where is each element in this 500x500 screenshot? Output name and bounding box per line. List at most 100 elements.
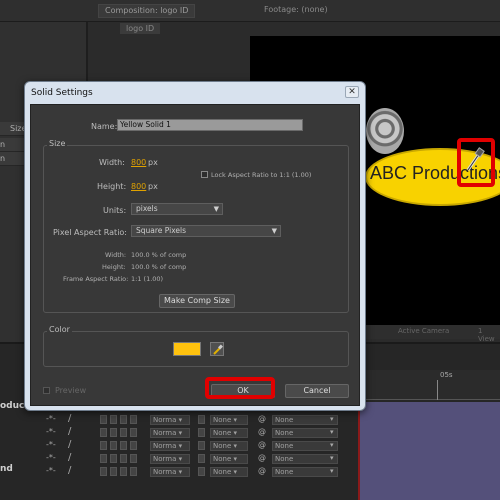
- trkmat-dropdown[interactable]: None ▾: [210, 415, 248, 425]
- layer-row[interactable]: -*- / Norma ▾ None ▾ @ None ▾: [0, 426, 360, 439]
- layer-row[interactable]: -*- / Norma ▾ None ▾ @ None ▾: [0, 452, 360, 465]
- layer-switch[interactable]: [100, 467, 107, 476]
- trkmat-dropdown[interactable]: None ▾: [210, 454, 248, 464]
- trkmat-value: None: [213, 429, 232, 437]
- pickwhip-icon[interactable]: @: [258, 440, 266, 449]
- color-swatch[interactable]: [173, 342, 201, 356]
- track-matte-switch[interactable]: [198, 467, 205, 476]
- layer-switch[interactable]: [110, 454, 117, 463]
- par-dropdown[interactable]: Square Pixels ▼: [131, 225, 281, 237]
- chevron-down-icon: ▾: [330, 441, 334, 449]
- quality-switch-icon[interactable]: /: [68, 426, 71, 437]
- layer-switch[interactable]: [130, 428, 137, 437]
- pickwhip-icon[interactable]: @: [258, 427, 266, 436]
- make-comp-size-button[interactable]: Make Comp Size: [159, 294, 235, 308]
- close-button[interactable]: ✕: [345, 86, 359, 98]
- blend-mode-dropdown[interactable]: Norma ▾: [150, 428, 190, 438]
- track-matte-switch[interactable]: [198, 428, 205, 437]
- layer-switch[interactable]: [120, 454, 127, 463]
- shy-switch-icon[interactable]: -*-: [46, 414, 56, 423]
- blend-mode-dropdown[interactable]: Norma ▾: [150, 454, 190, 464]
- height-value[interactable]: 800: [131, 182, 146, 191]
- quality-switch-icon[interactable]: /: [68, 413, 71, 424]
- track-matte-switch[interactable]: [198, 441, 205, 450]
- track-matte-switch[interactable]: [198, 454, 205, 463]
- layer-switch[interactable]: [130, 467, 137, 476]
- shy-switch-icon[interactable]: -*-: [46, 427, 56, 436]
- shy-switch-icon[interactable]: -*-: [46, 453, 56, 462]
- layer-row[interactable]: -*- / Norma ▾ None ▾ @ None ▾: [0, 413, 360, 426]
- layer-switch[interactable]: [100, 428, 107, 437]
- chevron-down-icon: ▼: [271, 227, 277, 235]
- tab-composition[interactable]: Composition: logo ID: [98, 4, 196, 18]
- eyedropper-button[interactable]: [210, 342, 224, 356]
- dialog-body: Name: Yellow Solid 1 Size Width: 800 px …: [30, 104, 360, 406]
- layer-switch[interactable]: [110, 428, 117, 437]
- parent-dropdown[interactable]: None: [272, 454, 338, 464]
- comp-subtab[interactable]: logo ID: [120, 23, 161, 34]
- layer-switch[interactable]: [110, 467, 117, 476]
- layer-bars-area[interactable]: [360, 402, 500, 500]
- layer-switch[interactable]: [110, 441, 117, 450]
- views-dropdown[interactable]: 1 View: [478, 327, 500, 343]
- blend-mode-dropdown[interactable]: Norma ▾: [150, 467, 190, 477]
- cancel-button[interactable]: Cancel: [285, 384, 349, 398]
- layer-switch[interactable]: [130, 454, 137, 463]
- parent-dropdown[interactable]: None: [272, 415, 338, 425]
- trkmat-value: None: [213, 468, 232, 476]
- track-matte-switch[interactable]: [198, 415, 205, 424]
- layer-switch[interactable]: [130, 415, 137, 424]
- lock-aspect-checkbox[interactable]: [201, 171, 208, 178]
- trkmat-value: None: [213, 416, 232, 424]
- pickwhip-icon[interactable]: @: [258, 414, 266, 423]
- quality-switch-icon[interactable]: /: [68, 439, 71, 450]
- chevron-down-icon: ▾: [330, 428, 334, 436]
- chevron-down-icon: ▾: [330, 467, 334, 475]
- layer-switch[interactable]: [130, 441, 137, 450]
- time-ruler[interactable]: [360, 370, 500, 400]
- layer-switch[interactable]: [120, 428, 127, 437]
- active-camera-dropdown[interactable]: Active Camera: [398, 327, 449, 335]
- blend-mode-dropdown[interactable]: Norma ▾: [150, 415, 190, 425]
- shy-switch-icon[interactable]: -*-: [46, 440, 56, 449]
- trkmat-dropdown[interactable]: None ▾: [210, 428, 248, 438]
- eyedropper-highlight: [457, 138, 495, 187]
- blend-mode-dropdown[interactable]: Norma ▾: [150, 441, 190, 451]
- layer-switch[interactable]: [120, 441, 127, 450]
- parent-dropdown[interactable]: None: [272, 467, 338, 477]
- layer-row[interactable]: -*- / Norma ▾ None ▾ @ None ▾: [0, 439, 360, 452]
- units-dropdown[interactable]: pixels ▼: [131, 203, 223, 215]
- name-field[interactable]: Yellow Solid 1: [117, 119, 303, 131]
- project-row-label: n: [0, 140, 6, 149]
- trkmat-dropdown[interactable]: None ▾: [210, 467, 248, 477]
- blend-mode-value: Norma: [153, 468, 177, 476]
- layer-switch[interactable]: [100, 454, 107, 463]
- tab-footage[interactable]: Footage: (none): [258, 4, 334, 18]
- layer-switch[interactable]: [110, 415, 117, 424]
- blend-mode-value: Norma: [153, 442, 177, 450]
- width-value[interactable]: 800: [131, 158, 146, 167]
- width-label: Width:: [99, 158, 125, 167]
- info-height-value: 100.0 % of comp: [131, 263, 187, 271]
- parent-dropdown[interactable]: None: [272, 441, 338, 451]
- layer-switch[interactable]: [100, 441, 107, 450]
- trkmat-dropdown[interactable]: None ▾: [210, 441, 248, 451]
- solid-settings-dialog: Solid Settings ✕ Name: Yellow Solid 1 Si…: [24, 81, 366, 411]
- preview-checkbox[interactable]: [43, 387, 50, 394]
- layer-switch[interactable]: [100, 415, 107, 424]
- units-label: Units:: [103, 206, 127, 215]
- parent-dropdown[interactable]: None: [272, 428, 338, 438]
- units-value: pixels: [136, 204, 158, 213]
- shy-switch-icon[interactable]: -*-: [46, 466, 56, 475]
- pickwhip-icon[interactable]: @: [258, 453, 266, 462]
- preview-label: Preview: [55, 386, 87, 395]
- pickwhip-icon[interactable]: @: [258, 466, 266, 475]
- ok-highlight: [205, 377, 275, 399]
- layer-switch[interactable]: [120, 415, 127, 424]
- quality-switch-icon[interactable]: /: [68, 452, 71, 463]
- parent-value: None: [275, 468, 294, 476]
- quality-switch-icon[interactable]: /: [68, 465, 71, 476]
- layer-row[interactable]: -*- / Norma ▾ None ▾ @ None ▾: [0, 465, 360, 478]
- info-far-value: 1:1 (1.00): [131, 275, 164, 283]
- layer-switch[interactable]: [120, 467, 127, 476]
